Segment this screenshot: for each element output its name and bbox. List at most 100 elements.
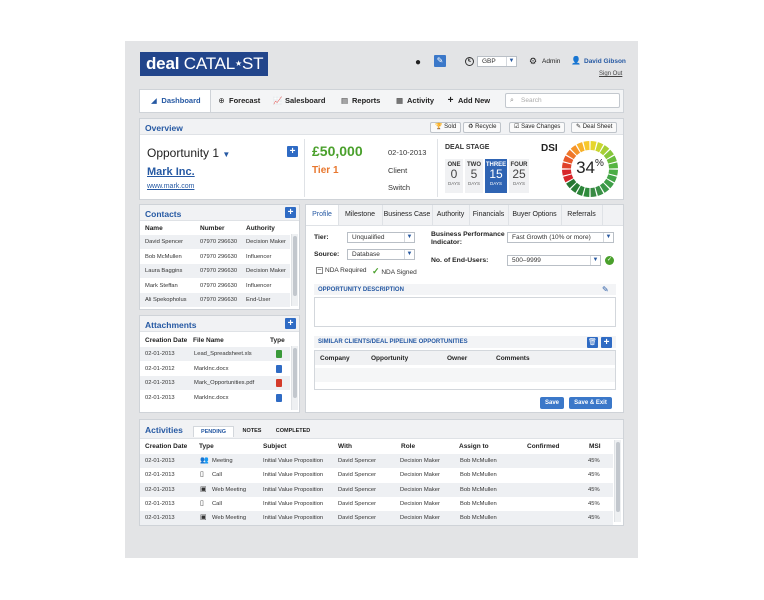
chevron-down-icon: ▼ — [404, 250, 414, 259]
tier-select[interactable]: Unqualified ▼ — [347, 232, 415, 243]
table-row[interactable]: Bob McMullen 07970 296630 Influencer — [140, 250, 290, 264]
activity-type: Meeting — [212, 458, 233, 464]
tab-salesboard[interactable]: 📈 Salesboard — [273, 90, 325, 112]
deal-sheet-button[interactable]: ✎ Deal Sheet — [571, 122, 618, 133]
opportunity-name[interactable]: Opportunity 1 ▼ — [147, 146, 230, 160]
table-row[interactable]: 02-01-2013 ▯ Call Initial Value Proposition… — [140, 497, 613, 511]
table-row[interactable]: 02-01-2013 Mark_Opportunities.pdf — [140, 376, 290, 390]
contacts-scrollbar[interactable] — [291, 234, 298, 306]
stage-three[interactable]: THREE 15 DAYS — [485, 159, 507, 193]
add-opportunity-button[interactable]: + — [287, 146, 298, 157]
edit-icon[interactable]: ✎ — [434, 55, 446, 67]
overview-title: Overview — [145, 123, 183, 133]
trash-icon[interactable]: 🗑 — [587, 337, 598, 348]
scroll-thumb[interactable] — [293, 348, 297, 398]
stage-four[interactable]: FOUR 25 DAYS — [509, 159, 529, 193]
table-row[interactable]: 02-01-2013 Lead_Spreadsheet.xls — [140, 347, 290, 361]
search-placeholder: Search — [521, 97, 542, 104]
dsi-gauge-segment — [590, 141, 597, 151]
contact-cell: Bob McMullen — [145, 253, 182, 260]
similar-clients-label: SIMILAR CLIENTS/DEAL PIPELINE OPPORTUNIT… — [318, 339, 468, 345]
table-row[interactable]: Ali Spekopholus 07970 296630 End-User — [140, 293, 290, 307]
tab-authority[interactable]: Authority — [432, 205, 470, 225]
nda-signed-label: NDA Signed — [381, 269, 417, 276]
tab-completed[interactable]: COMPLETED — [270, 426, 316, 437]
deal-tier: Tier 1 — [312, 165, 339, 176]
table-row[interactable]: 02-01-2012 MarkInc.docx — [140, 362, 290, 376]
opportunity-description-field[interactable] — [314, 297, 616, 327]
table-row[interactable]: Mark Steffan 07970 296630 Influencer — [140, 279, 290, 293]
activity-type: Call — [212, 500, 222, 507]
activity-type: Web Meeting — [212, 515, 247, 522]
admin-link[interactable]: Admin — [542, 58, 560, 65]
tab-notes[interactable]: NOTES — [236, 426, 268, 437]
tab-buyer-options[interactable]: Buyer Options — [508, 205, 562, 225]
website-link[interactable]: www.mark.com — [147, 183, 194, 190]
source-value: Database — [352, 251, 380, 258]
contact-cell: Laura Baggins — [145, 268, 183, 274]
tier-value: Unqualified — [352, 234, 385, 241]
pdf-icon — [276, 379, 282, 387]
tab-add-new[interactable]: + Add New — [446, 90, 491, 112]
recycle-button[interactable]: ♻ Recycle — [463, 122, 502, 133]
stage-two[interactable]: TWO 5 DAYS — [465, 159, 483, 193]
deal-catalyst-logo[interactable]: deal CATAL★ST — [140, 52, 268, 76]
tab-profile[interactable]: Profile — [306, 205, 339, 225]
table-row[interactable]: Laura Baggins 07970 296630 Decision Maker — [140, 264, 290, 278]
user-name-link[interactable]: David Gibson — [584, 58, 626, 65]
tab-referrals[interactable]: Referrals — [561, 205, 603, 225]
activity-assign: Bob McMullen — [460, 500, 497, 507]
save-exit-button[interactable]: Save & Exit — [569, 397, 612, 409]
source-label: Source: — [314, 251, 340, 258]
scroll-thumb[interactable] — [616, 442, 620, 512]
table-row[interactable]: David Spencer 07970 296630 Decision Maker — [140, 235, 290, 249]
chevron-down-icon: ▼ — [590, 256, 600, 265]
nda-signed-checkbox[interactable]: ✓ NDA Signed — [372, 266, 417, 277]
bpi-select[interactable]: Fast Growth (10% or more) ▼ — [507, 232, 614, 243]
company-link[interactable]: Mark Inc. — [147, 166, 195, 178]
tab-milestone[interactable]: Milestone — [338, 205, 383, 225]
nda-required-checkbox[interactable]: – NDA Required — [316, 267, 367, 274]
tab-add-new-label: Add New — [458, 96, 491, 105]
tab-pending[interactable]: PENDING — [193, 426, 234, 437]
contact-cell: 07970 296630 — [200, 282, 238, 289]
attachments-scrollbar[interactable] — [291, 346, 298, 410]
table-row[interactable]: 02-01-2013 👥 Meeting Initial Value Proposit… — [140, 454, 613, 468]
save-changes-button[interactable]: ☑ Save Changes — [509, 122, 566, 133]
source-select[interactable]: Database ▼ — [347, 249, 415, 260]
tab-forecast[interactable]: ⊕ Forecast — [217, 90, 260, 112]
contact-cell: 07970 296630 — [200, 239, 238, 245]
add-contact-button[interactable]: + — [285, 207, 296, 218]
tab-business-case[interactable]: Business Case — [382, 205, 433, 225]
endusers-select[interactable]: 500–9999 ▼ — [507, 255, 601, 266]
tab-reports[interactable]: ▤ Reports — [340, 90, 380, 112]
sign-out-link[interactable]: Sign Out — [599, 71, 622, 77]
currency-select[interactable]: GBP ▼ — [477, 56, 517, 67]
phone-icon: ▯ — [200, 499, 204, 507]
dsi-gauge-segment — [583, 187, 590, 197]
table-row[interactable]: 02-01-2013 MarkInc.docx — [140, 391, 290, 405]
activities-scrollbar[interactable] — [614, 440, 621, 522]
add-similar-button[interactable]: + — [601, 337, 612, 348]
gear-icon[interactable]: ⚙ — [529, 56, 537, 67]
tab-financials[interactable]: Financials — [469, 205, 509, 225]
save-button[interactable]: Save — [540, 397, 564, 409]
recycle-label: Recycle — [475, 124, 497, 130]
table-row[interactable]: 02-01-2013 ▣ Web Meeting Initial Value Prop… — [140, 482, 613, 497]
scroll-thumb[interactable] — [293, 236, 297, 296]
add-attachment-button[interactable]: + — [285, 318, 296, 329]
stage-one[interactable]: ONE 0 DAYS — [445, 159, 463, 193]
tab-activity[interactable]: ▦ Activity — [395, 90, 434, 112]
pencil-icon[interactable]: ✎ — [602, 285, 609, 294]
tab-dashboard[interactable]: ◢ Dashboard — [140, 90, 211, 112]
sold-button[interactable]: 🏆 Sold — [430, 122, 462, 133]
table-row[interactable]: 02-01-2013 ▣ Web Meeting Initial Value Prop… — [140, 511, 613, 526]
deal-amount: £50,000 — [312, 143, 363, 159]
table-row[interactable]: 02-01-2013 ▯ Call Initial Value Proposition… — [140, 468, 613, 482]
profile-tabs: Profile Milestone Business Case Authority Fi… — [306, 205, 623, 225]
contacts-title: Contacts — [145, 209, 182, 219]
check-circle-icon: ✓ — [605, 256, 614, 265]
activity-type: Call — [212, 472, 222, 479]
bomb-icon[interactable]: ● — [415, 57, 421, 68]
search-input[interactable]: ⌕ Search — [505, 93, 620, 108]
